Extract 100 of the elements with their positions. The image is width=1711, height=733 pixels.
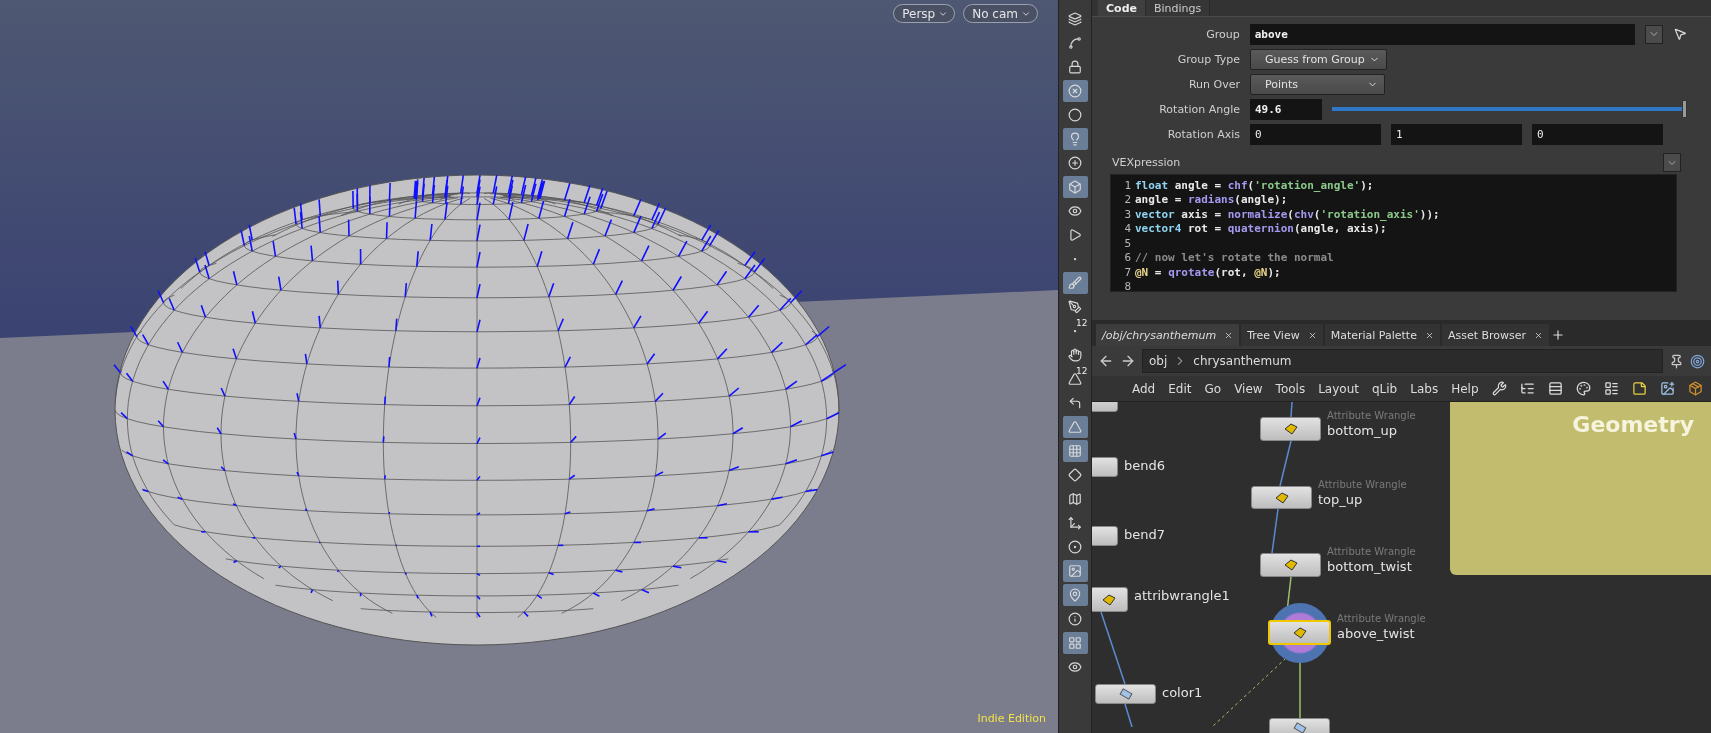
line-number: 5	[1123, 236, 1132, 250]
node[interactable]	[1095, 684, 1156, 704]
axis-field[interactable]: 0	[1250, 123, 1381, 145]
tree-icon[interactable]	[1519, 381, 1535, 396]
sticky-note-icon[interactable]	[1631, 381, 1647, 396]
sticky-note-title: Geometry	[1572, 412, 1694, 437]
pane-tab[interactable]: Tree View	[1241, 324, 1323, 346]
cube-icon	[1068, 180, 1082, 194]
close-icon[interactable]	[1224, 330, 1234, 340]
package-icon[interactable]	[1687, 381, 1703, 396]
code-line: float angle = chf('rotation_angle');	[1135, 178, 1374, 192]
rows-icon[interactable]	[1547, 381, 1563, 396]
node-type-label: Attribute Wrangle	[1327, 546, 1416, 557]
path-crumb[interactable]: chrysanthemum	[1193, 354, 1292, 368]
pointer-icon[interactable]	[1673, 27, 1687, 41]
slider-thumb[interactable]	[1682, 100, 1687, 118]
menu-item[interactable]: Tools	[1275, 381, 1306, 396]
menu-item[interactable]: Edit	[1168, 381, 1192, 396]
node-type-label: Attribute Wrangle	[1337, 613, 1426, 624]
hand-icon	[1068, 348, 1082, 362]
node[interactable]	[1268, 620, 1331, 645]
run-over-menu[interactable]: Points	[1250, 73, 1385, 95]
palette-icon[interactable]	[1575, 381, 1591, 396]
node[interactable]	[1260, 417, 1321, 441]
toolbar-tool[interactable]	[1062, 176, 1088, 198]
forward-icon[interactable]	[1120, 353, 1136, 369]
dropdown-button[interactable]	[1663, 153, 1681, 172]
toolbar-tool[interactable]	[1062, 128, 1088, 150]
wire	[1279, 440, 1292, 487]
list-icon[interactable]	[1603, 381, 1619, 396]
menu-item[interactable]: Help	[1451, 381, 1479, 396]
toolbar-tool[interactable]	[1062, 80, 1088, 102]
group-type-menu[interactable]: Guess from Group	[1250, 48, 1387, 70]
parameter-label: Rotation Angle	[1158, 102, 1240, 116]
node-name: bend6	[1124, 458, 1165, 473]
pin-icon[interactable]	[1669, 353, 1684, 369]
toolbar-tool[interactable]	[1062, 272, 1088, 294]
wire	[1271, 508, 1279, 554]
code-editor[interactable]	[1110, 174, 1677, 292]
node[interactable]	[1092, 457, 1118, 477]
node[interactable]	[1092, 526, 1118, 546]
back-icon[interactable]	[1098, 353, 1114, 369]
map-pin-icon	[1068, 588, 1082, 602]
close-icon[interactable]	[1534, 330, 1544, 340]
tool-count-label: 12	[1076, 318, 1088, 328]
node[interactable]	[1260, 553, 1321, 577]
toolbar-tool[interactable]	[1062, 560, 1088, 582]
node-name: bend7	[1124, 527, 1165, 542]
line-number: 3	[1123, 207, 1132, 221]
axis-field[interactable]: 1	[1391, 123, 1522, 145]
angle-field[interactable]: 49.6	[1250, 98, 1322, 120]
menu-item[interactable]: View	[1234, 381, 1263, 396]
code-line: angle = radians(angle);	[1135, 193, 1288, 207]
image-plus-icon[interactable]	[1659, 381, 1675, 396]
axis-field[interactable]: 0	[1532, 123, 1663, 145]
close-icon[interactable]	[1424, 330, 1434, 340]
angle-slider[interactable]	[1332, 100, 1687, 118]
toolbar-tool[interactable]: 12	[1062, 320, 1088, 342]
camera-menu[interactable]: No cam	[963, 4, 1038, 23]
layers-icon	[1068, 12, 1082, 26]
path-crumb[interactable]: obj	[1149, 354, 1168, 368]
toolbar-tool[interactable]	[1062, 440, 1088, 462]
viewport[interactable]: Persp No cam Indie Edition	[0, 0, 1058, 733]
menu-item[interactable]: Layout	[1318, 381, 1359, 396]
node-name: attribwrangle1	[1134, 588, 1230, 603]
node-name: color1	[1162, 685, 1203, 700]
close-icon[interactable]	[1307, 330, 1317, 340]
menu-item[interactable]: Labs	[1410, 381, 1439, 396]
node-name: top_up	[1318, 492, 1363, 507]
add-tab-icon[interactable]	[1551, 328, 1566, 342]
tool-count-label: 12	[1076, 366, 1088, 376]
dropdown-button[interactable]	[1645, 24, 1664, 44]
node-type-label: Attribute Wrangle	[1318, 479, 1407, 490]
pane-tab[interactable]: Asset Browser	[1441, 324, 1550, 346]
menu-item[interactable]: qLib	[1371, 381, 1398, 396]
line-number: 2	[1123, 193, 1132, 207]
wrench-icon[interactable]	[1491, 381, 1507, 396]
toolbar-tool[interactable]: 12	[1062, 368, 1088, 390]
eye-icon	[1068, 660, 1082, 674]
parameter-tab[interactable]: Code	[1098, 0, 1146, 16]
node[interactable]	[1251, 486, 1312, 509]
menu-item[interactable]: Go	[1204, 381, 1222, 396]
toolbar-tool[interactable]	[1062, 416, 1088, 438]
network-canvas[interactable]: Geometry bend6 bend7 attribwrangle1 color1 Attribute Wrangle bottom_up Attribute Wrangle top_up Attribute Wrangle bottom_twist Attribute Wrangle above_twist	[1092, 402, 1711, 733]
code-line: vector4 rot = quaternion(angle, axis);	[1135, 222, 1387, 236]
node[interactable]	[1092, 587, 1128, 612]
camera-menu[interactable]: Persp	[893, 4, 956, 23]
code-line: // now let's rotate the normal	[1135, 251, 1334, 265]
menu-item[interactable]: Add	[1132, 381, 1156, 396]
path-bar[interactable]: obj chrysanthemum	[1142, 349, 1663, 373]
pane-tab[interactable]: Material Palette	[1324, 324, 1440, 346]
image-icon	[1068, 564, 1082, 578]
pane-tab[interactable]: /obj/chrysanthemum	[1096, 324, 1240, 346]
target-icon[interactable]	[1690, 353, 1705, 369]
toolbar-tool[interactable]	[1062, 632, 1088, 654]
diamond-icon	[1068, 468, 1082, 482]
group-field[interactable]: above	[1249, 23, 1636, 45]
toolbar-tool[interactable]	[1062, 584, 1088, 606]
node[interactable]	[1269, 718, 1330, 733]
parameter-label: Group	[1205, 27, 1240, 41]
